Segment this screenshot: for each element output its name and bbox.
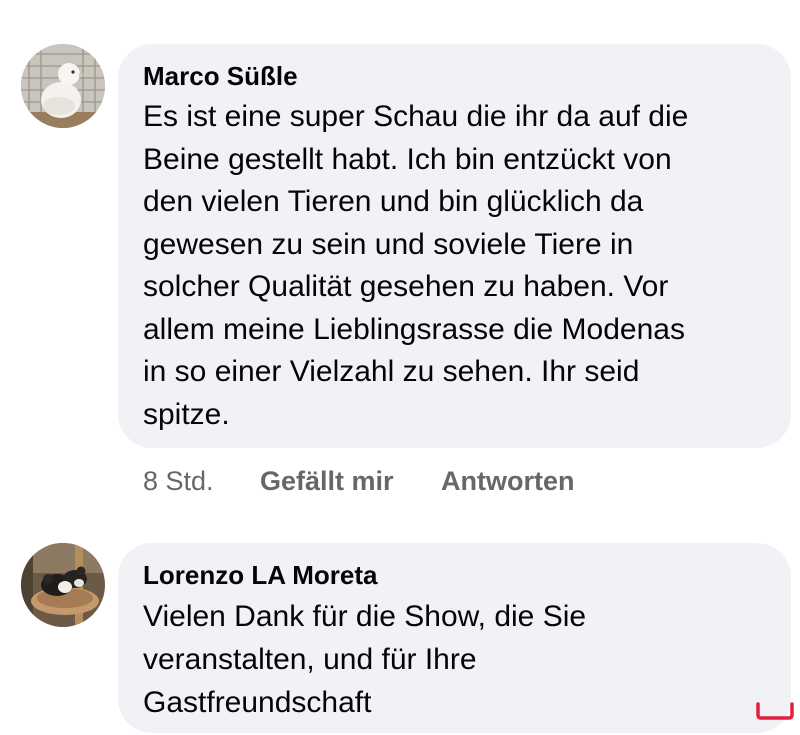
comment-text: Es ist eine super Schau die ihr da auf d…	[143, 96, 767, 436]
comment-text-line: Beine gestellt habt. Ich bin entzückt vo…	[143, 142, 672, 176]
comment-text-line: in so einer Vielzahl zu sehen. Ihr seid	[143, 355, 640, 388]
comment-text-line: allem meine Lieblingsrasse die Modenas	[143, 312, 685, 346]
corner-bracket-icon	[756, 702, 794, 720]
reply-button[interactable]: Antworten	[441, 463, 574, 499]
pigeons-in-nest-avatar-icon	[21, 543, 105, 627]
comments-page: Marco Süßle Es ist eine super Schau die …	[0, 0, 800, 735]
avatar[interactable]	[21, 543, 105, 627]
pigeon-avatar-icon	[21, 44, 105, 128]
avatar[interactable]	[21, 44, 105, 128]
comment-timestamp[interactable]: 8 Std.	[143, 463, 260, 499]
comment-author[interactable]: Lorenzo LA Moreta	[143, 558, 767, 592]
like-button[interactable]: Gefällt mir	[260, 463, 441, 499]
comment-text-line: Gastfreundschaft	[143, 686, 372, 719]
comment-text: Vielen Dank für die Show, die Sie verans…	[143, 595, 767, 724]
comment-bubble: Lorenzo LA Moreta Vielen Dank für die Sh…	[118, 543, 791, 733]
comment-text-line: den vielen Tieren und bin glücklich da	[143, 185, 644, 218]
comment-text-line: solcher Qualität gesehen zu haben. Vor	[143, 270, 669, 303]
comment-text-line: spitze.	[143, 397, 230, 431]
comment-author[interactable]: Marco Süßle	[143, 59, 767, 93]
comment-text-line: Vielen Dank für die Show, die Sie	[143, 600, 587, 633]
comment-text-line: Es ist eine super Schau die ihr da auf d…	[143, 100, 689, 133]
comment-text-line: veranstalten, und für Ihre	[143, 643, 477, 676]
comment-text-line: gewesen zu sein und soviele Tiere in	[143, 227, 634, 261]
comment-actions: 8 Std. Gefällt mir Antworten	[143, 463, 574, 499]
comment-bubble: Marco Süßle Es ist eine super Schau die …	[118, 44, 791, 448]
